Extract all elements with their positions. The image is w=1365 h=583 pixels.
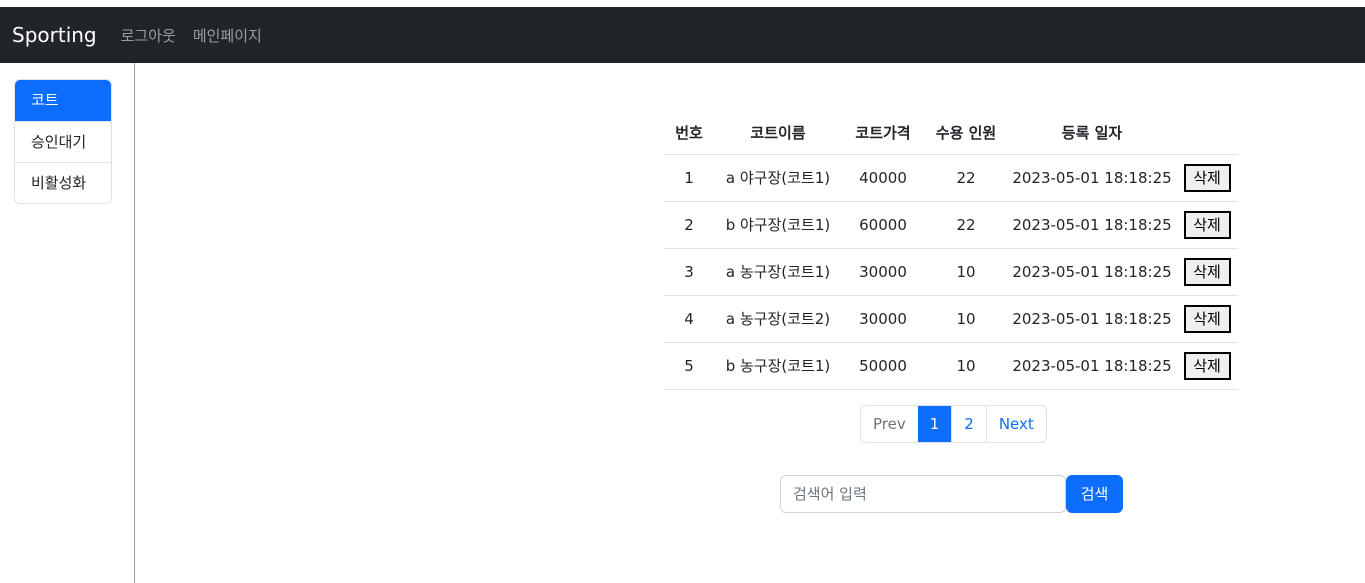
table-row: 5 b 농구장(코트1) 50000 10 2023-05-01 18:18:2…	[664, 342, 1238, 390]
next-page-button[interactable]: Next	[985, 406, 1046, 442]
cell-capacity: 22	[924, 201, 1008, 249]
sidebar-item-pending-approval[interactable]: 승인대기	[15, 121, 111, 162]
cell-number: 4	[664, 295, 714, 343]
cell-court-name: a 농구장(코트2)	[714, 295, 842, 343]
prev-page-button[interactable]: Prev	[861, 406, 918, 442]
delete-button[interactable]: 삭제	[1183, 351, 1231, 380]
cell-date: 2023-05-01 18:18:25	[1008, 248, 1176, 296]
cell-capacity: 10	[924, 342, 1008, 390]
page-2-button[interactable]: 2	[951, 406, 986, 442]
page-1-button[interactable]: 1	[917, 406, 952, 442]
top-strip	[0, 0, 1365, 7]
table-header-row: 번호 코트이름 코트가격 수용 인원 등록 일자	[664, 112, 1238, 155]
table-row: 2 b 야구장(코트1) 60000 22 2023-05-01 18:18:2…	[664, 201, 1238, 249]
sidebar-item-court[interactable]: 코트	[15, 80, 111, 121]
table-row: 1 a 야구장(코트1) 40000 22 2023-05-01 18:18:2…	[664, 154, 1238, 202]
search-input[interactable]	[780, 475, 1066, 513]
header-court-name: 코트이름	[714, 112, 842, 155]
cell-number: 5	[664, 342, 714, 390]
cell-date: 2023-05-01 18:18:25	[1008, 154, 1176, 202]
cell-court-name: b 농구장(코트1)	[714, 342, 842, 390]
search-button[interactable]: 검색	[1066, 475, 1123, 513]
brand-link[interactable]: Sporting	[12, 23, 97, 47]
header-number: 번호	[664, 112, 714, 155]
delete-button[interactable]: 삭제	[1183, 163, 1231, 192]
header-action	[1176, 112, 1238, 155]
cell-court-name: a 야구장(코트1)	[714, 154, 842, 202]
cell-capacity: 10	[924, 295, 1008, 343]
cell-price: 60000	[842, 201, 924, 249]
cell-capacity: 10	[924, 248, 1008, 296]
courts-table: 번호 코트이름 코트가격 수용 인원 등록 일자 1 a 야구장(코트1) 40…	[664, 112, 1238, 390]
cell-number: 1	[664, 154, 714, 202]
cell-court-name: b 야구장(코트1)	[714, 201, 842, 249]
sidebar-item-deactivated[interactable]: 비활성화	[15, 162, 111, 203]
cell-capacity: 22	[924, 154, 1008, 202]
table-row: 3 a 농구장(코트1) 30000 10 2023-05-01 18:18:2…	[664, 248, 1238, 296]
cell-number: 2	[664, 201, 714, 249]
cell-date: 2023-05-01 18:18:25	[1008, 342, 1176, 390]
main-page-link[interactable]: 메인페이지	[193, 25, 262, 46]
sidebar-menu: 코트 승인대기 비활성화	[14, 79, 112, 204]
cell-date: 2023-05-01 18:18:25	[1008, 201, 1176, 249]
table-row: 4 a 농구장(코트2) 30000 10 2023-05-01 18:18:2…	[664, 295, 1238, 343]
cell-date: 2023-05-01 18:18:25	[1008, 295, 1176, 343]
sidebar: 코트 승인대기 비활성화	[0, 63, 135, 583]
delete-button[interactable]: 삭제	[1183, 210, 1231, 239]
header-registered-date: 등록 일자	[1008, 112, 1176, 155]
delete-button[interactable]: 삭제	[1183, 304, 1231, 333]
cell-price: 50000	[842, 342, 924, 390]
delete-button[interactable]: 삭제	[1183, 257, 1231, 286]
navbar: Sporting 로그아웃 메인페이지	[0, 7, 1365, 63]
header-capacity: 수용 인원	[924, 112, 1008, 155]
cell-court-name: a 농구장(코트1)	[714, 248, 842, 296]
cell-price: 30000	[842, 248, 924, 296]
logout-link[interactable]: 로그아웃	[121, 25, 176, 46]
cell-number: 3	[664, 248, 714, 296]
cell-price: 40000	[842, 154, 924, 202]
pagination: Prev 1 2 Next	[860, 405, 1047, 443]
cell-price: 30000	[842, 295, 924, 343]
header-court-price: 코트가격	[842, 112, 924, 155]
